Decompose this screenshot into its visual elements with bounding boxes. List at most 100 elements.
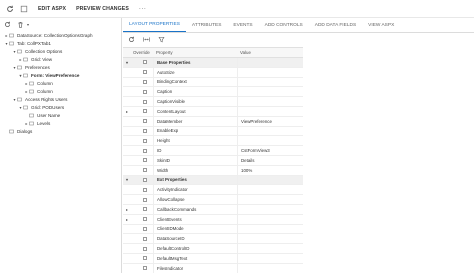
property-row[interactable]: ▸ ContentLayout [123,106,303,117]
override-checkbox[interactable] [143,128,147,133]
property-value[interactable] [237,67,303,77]
override-checkbox[interactable] [143,158,147,163]
property-row[interactable]: EnableExp [123,126,303,137]
edit-aspx-button[interactable]: EDIT ASPX [38,6,66,12]
override-checkbox[interactable] [143,79,147,84]
property-value[interactable] [237,253,303,263]
property-row[interactable]: DataMember ViewPreference [123,116,303,127]
property-row[interactable]: FilesIndicator [123,263,303,273]
property-row[interactable]: AutoSize [123,67,303,78]
property-row[interactable]: DataSourceID [123,234,303,245]
chevron-right-icon[interactable]: ▸ [123,217,131,222]
tree-item[interactable]: ▾ Collection Options [12,47,62,55]
property-value[interactable] [237,87,303,97]
property-row[interactable]: Width 100% [123,165,303,176]
property-row[interactable]: BindingContext [123,77,303,88]
property-row[interactable]: SkinID Details [123,155,303,166]
tree-item[interactable]: ▸ Grid: View [18,55,52,63]
fit-columns-icon[interactable] [143,36,151,44]
property-row[interactable]: ▸ CallbackCommands [123,204,303,215]
tab-attributes[interactable]: ATTRIBUTES [186,17,228,32]
chevron-down-icon[interactable]: ▾ [27,22,29,27]
more-menu-button[interactable]: ··· [139,6,147,12]
override-checkbox[interactable] [143,266,147,271]
property-value[interactable] [237,77,303,87]
property-row[interactable]: CaptionVisible [123,97,303,107]
override-column-header[interactable]: Override [131,50,153,55]
property-value[interactable] [237,204,303,214]
preview-changes-button[interactable]: PREVIEW CHANGES [76,6,129,12]
tab-events[interactable]: EVENTS [227,17,258,32]
property-value[interactable] [237,195,303,204]
override-checkbox[interactable] [143,89,147,94]
tab-add-data-fields[interactable]: ADD DATA FIELDS [309,17,362,32]
property-value[interactable] [237,214,303,224]
chevron-right-icon[interactable]: ▸ [123,207,131,212]
property-value[interactable]: CstFormView3 [237,146,303,155]
tab-add-controls[interactable]: ADD CONTROLS [259,17,309,32]
override-checkbox[interactable] [143,148,147,153]
override-checkbox[interactable] [143,187,147,192]
tree-item[interactable]: ▾ Tab: CollPXTab1 [4,39,50,47]
property-row[interactable]: Caption [123,87,303,98]
override-checkbox[interactable] [143,168,147,173]
tree-item[interactable]: User Name [24,111,60,119]
override-checkbox[interactable] [143,70,147,75]
chevron-down-icon[interactable]: ▾ [123,60,131,65]
override-checkbox[interactable] [143,197,147,202]
tree-item[interactable]: Dialogs [4,127,32,135]
property-value[interactable] [237,136,303,146]
property-group-row[interactable]: ▾ Ext Properties [123,175,303,186]
tree-item[interactable]: ▸ Column [24,79,52,87]
chevron-down-icon[interactable]: ▾ [123,177,131,182]
property-value[interactable] [237,234,303,244]
override-checkbox[interactable] [143,119,147,124]
override-checkbox[interactable] [143,138,147,143]
property-value[interactable]: Details [237,155,303,165]
tab-layout-properties[interactable]: LAYOUT PROPERTIES [123,17,186,32]
override-checkbox[interactable] [143,109,147,114]
override-checkbox[interactable] [143,246,147,251]
override-checkbox[interactable] [143,177,147,182]
property-row[interactable]: ID CstFormView3 [123,146,303,156]
property-row[interactable]: ClientIDMode [123,224,303,235]
override-checkbox[interactable] [143,207,147,212]
override-checkbox[interactable] [143,236,147,241]
property-column-header[interactable]: Property [153,50,237,55]
property-row[interactable]: Height [123,136,303,147]
property-value[interactable] [237,263,303,273]
tree-item[interactable]: ▾ Grid: PODUsers [18,103,64,111]
refresh-icon[interactable] [5,4,14,13]
property-value[interactable] [237,126,303,136]
property-value[interactable] [237,185,303,195]
trash-icon[interactable] [17,21,25,29]
value-column-header[interactable]: Value [237,50,303,55]
chevron-right-icon[interactable]: ▸ [123,109,131,114]
override-checkbox[interactable] [143,60,147,65]
refresh-icon[interactable] [128,36,136,44]
override-checkbox[interactable] [143,226,147,231]
property-value[interactable]: 100% [237,165,303,175]
filter-icon[interactable] [158,36,166,44]
override-checkbox[interactable] [143,99,147,104]
tree-item[interactable]: ▸ DataSource: CollectionOptionsGraph [4,31,92,39]
property-value[interactable] [237,224,303,234]
override-checkbox[interactable] [143,256,147,261]
override-checkbox[interactable] [143,217,147,222]
property-row[interactable]: ActivityIndicator [123,185,303,196]
tab-view-aspx[interactable]: VIEW ASPX [362,17,400,32]
property-row[interactable]: ▸ ClientEvents [123,214,303,225]
property-row[interactable]: DefaultControlID [123,244,303,254]
property-value[interactable] [237,97,303,106]
tree-item[interactable]: ▸ Levels [24,119,50,127]
tree-item[interactable]: ▸ Column [24,87,52,95]
tree-item[interactable]: ▾ Preferences [12,63,49,71]
property-row[interactable]: AllowCollapse [123,195,303,205]
refresh-icon[interactable] [4,21,12,29]
property-value[interactable] [237,106,303,116]
property-value[interactable]: ViewPreference [237,116,303,126]
tree-item[interactable]: ▾ Form: ViewPreference [18,71,79,79]
tree-item[interactable]: ▾ Access Rights Users [12,95,67,103]
save-icon[interactable] [19,4,28,13]
property-row[interactable]: DefaultMsgText [123,253,303,264]
